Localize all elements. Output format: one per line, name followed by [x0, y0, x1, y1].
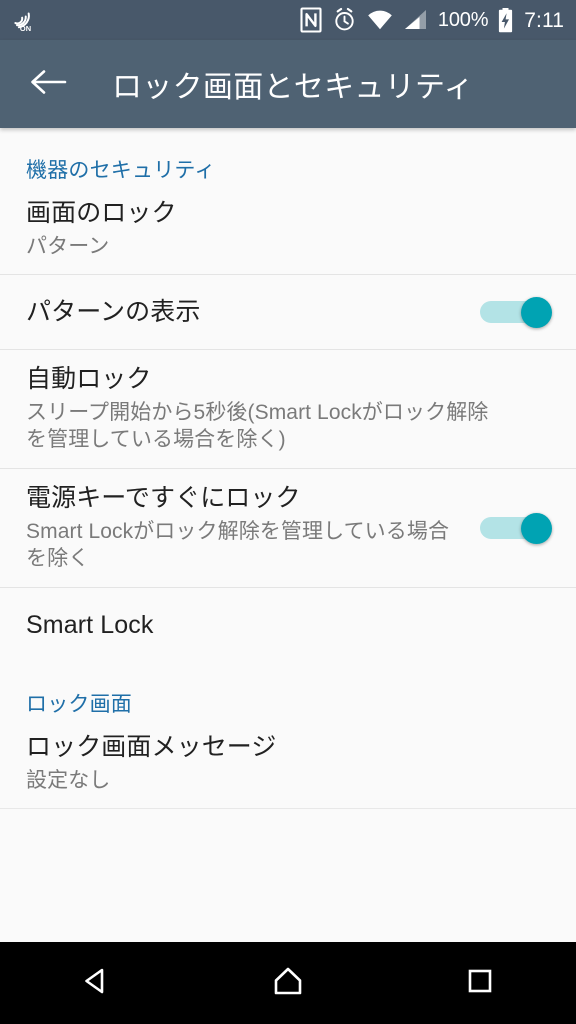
back-button[interactable]: [26, 62, 70, 106]
toggle-power-button-instantly-locks[interactable]: [480, 513, 552, 545]
signal-icon: [403, 8, 429, 32]
list-item-subtitle: 設定なし: [26, 768, 111, 792]
system-navigation-bar: [0, 942, 576, 1024]
list-item-make-pattern-visible[interactable]: パターンの表示: [0, 275, 576, 349]
list-item-smart-lock[interactable]: Smart Lock: [0, 588, 576, 662]
battery-percent-label: 100%: [437, 9, 489, 31]
status-bar-clock: 7:11: [524, 8, 564, 32]
row-text: Smart Lock: [26, 596, 552, 655]
list-item-power-button-instantly-locks[interactable]: 電源キーですぐにロック Smart Lockがロック解除を管理している場合を除く: [0, 469, 576, 587]
nav-home-button[interactable]: [240, 942, 336, 1024]
section-header-lock-screen: ロック画面: [26, 693, 132, 717]
list-item-lock-screen-message[interactable]: ロック画面メッセージ 設定なし: [0, 718, 576, 808]
nfc-on-icon: ON: [10, 6, 38, 34]
list-item-title: 画面のロック: [26, 199, 177, 227]
status-bar: ON 100% 7:11: [0, 0, 576, 40]
nav-back-icon: [79, 964, 113, 1003]
row-text: 画面のロック パターン: [26, 184, 552, 274]
row-text: パターンの表示: [26, 283, 468, 342]
row-text: ロック画面メッセージ 設定なし: [26, 718, 552, 808]
section-header-device-security: 機器のセキュリティ: [26, 159, 216, 182]
nfc-icon: [299, 7, 323, 33]
list-item-subtitle: スリープ開始から5秒後(Smart Lockがロック解除を管理している場合を除く…: [26, 400, 489, 452]
list-item-screen-lock[interactable]: 画面のロック パターン: [0, 184, 576, 274]
list-item-title: ロック画面メッセージ: [26, 733, 277, 762]
list-item-title: 自動ロック: [26, 365, 152, 394]
status-bar-right: 100% 7:11: [299, 7, 564, 34]
back-arrow-icon: [29, 66, 67, 103]
list-item-subtitle: Smart Lockがロック解除を管理している場合を除く: [26, 519, 450, 571]
row-text: 電源キーですぐにロック Smart Lockがロック解除を管理している場合を除く: [26, 469, 468, 587]
status-bar-left: ON: [10, 6, 38, 34]
svg-text:ON: ON: [20, 24, 31, 33]
alarm-icon: [332, 7, 357, 33]
list-item-subtitle: パターン: [26, 234, 110, 258]
list-item-title: Smart Lock: [26, 610, 154, 639]
list-item-title: 電源キーですぐにロック: [26, 484, 301, 513]
battery-charging-icon: [497, 7, 514, 34]
app-toolbar: ロック画面とセキュリティ: [0, 40, 576, 128]
wifi-icon: [366, 8, 394, 32]
page-title: ロック画面とセキュリティ: [112, 71, 474, 104]
nav-back-button[interactable]: [48, 942, 144, 1024]
toggle-thumb: [521, 297, 552, 329]
nav-recents-icon: [463, 964, 497, 1003]
list-item-title: パターンの表示: [26, 297, 201, 326]
phone-screen: ON 100% 7:11 ロック画面とセキュリティ 機器のセキュリティ 画面のロ…: [0, 0, 576, 1024]
settings-list[interactable]: 機器のセキュリティ 画面のロック パターン パターンの表示 自動ロック スリープ…: [0, 128, 576, 942]
list-bottom-spacer: [0, 809, 576, 831]
toggle-make-pattern-visible[interactable]: [480, 297, 552, 329]
toggle-thumb: [521, 513, 552, 545]
nav-recents-button[interactable]: [432, 942, 528, 1024]
list-item-auto-lock[interactable]: 自動ロック スリープ開始から5秒後(Smart Lockがロック解除を管理してい…: [0, 350, 576, 468]
row-text: 自動ロック スリープ開始から5秒後(Smart Lockがロック解除を管理してい…: [26, 350, 552, 468]
nav-home-icon: [271, 964, 305, 1003]
